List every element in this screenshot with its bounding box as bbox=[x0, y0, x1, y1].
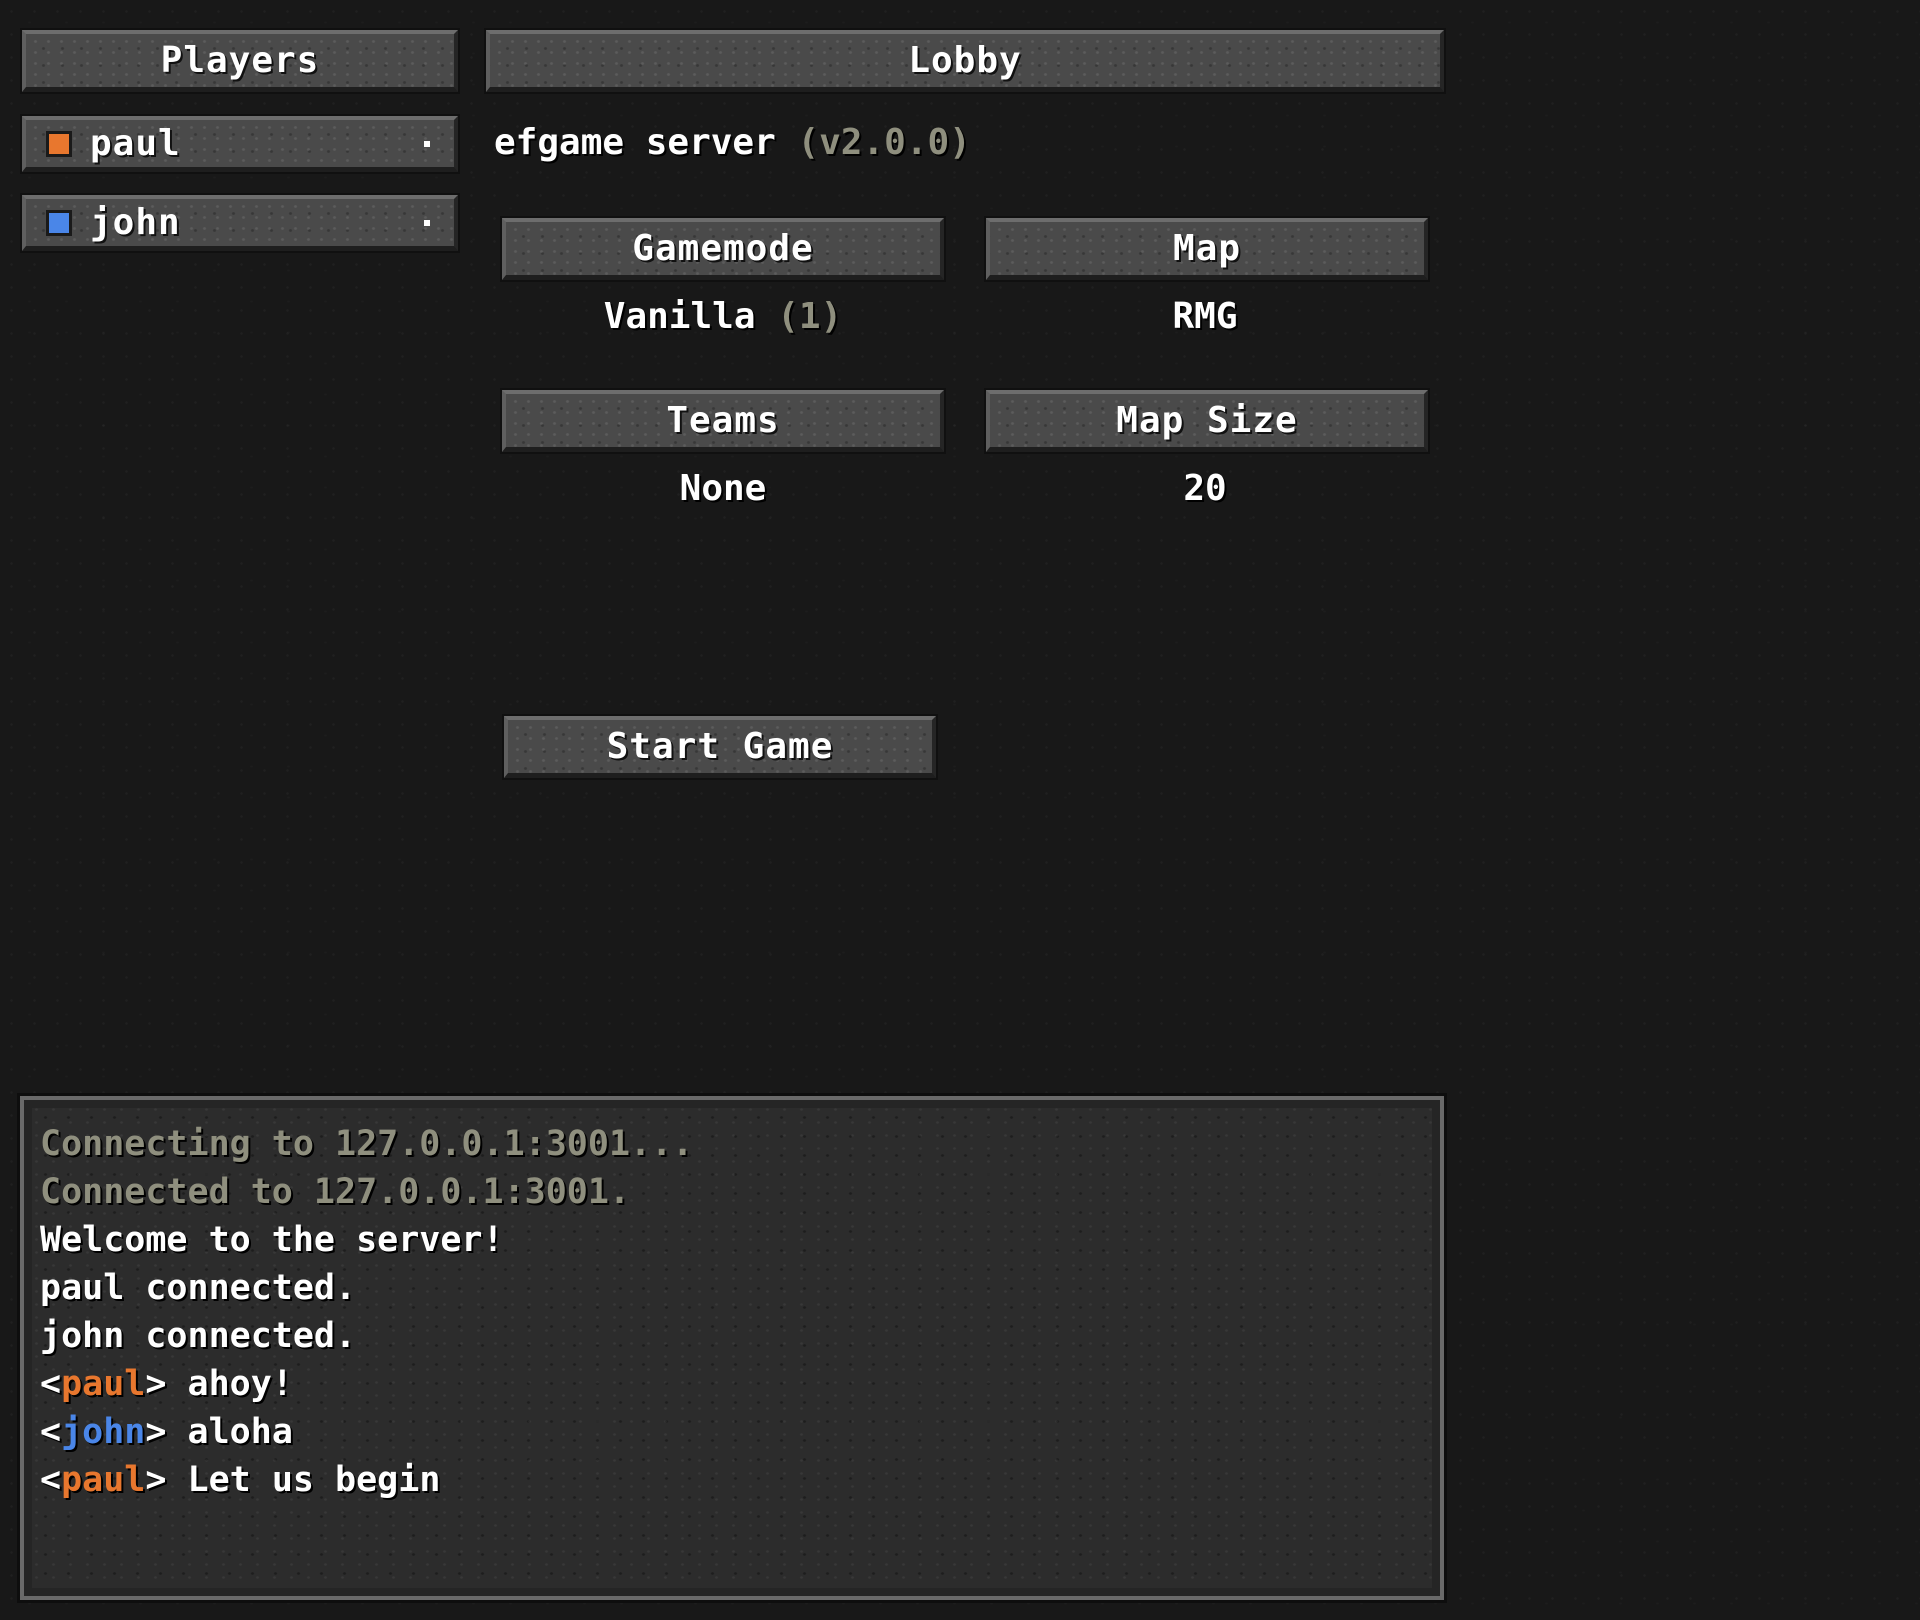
start-game-button-label: Start Game bbox=[606, 726, 834, 767]
players-header: Players bbox=[20, 28, 460, 94]
gamemode-value: Vanilla (1) bbox=[500, 296, 946, 337]
gamemode-value-count: (1) bbox=[777, 296, 843, 337]
log-line-info: Welcome to the server! bbox=[40, 1220, 504, 1260]
server-info: efgame server (v2.0.0) bbox=[494, 122, 971, 163]
chat-text: ahoy! bbox=[187, 1364, 293, 1404]
lobby-header-label: Lobby bbox=[908, 40, 1022, 81]
chat-text: aloha bbox=[187, 1412, 293, 1452]
chat-message: <paul> ahoy! bbox=[40, 1364, 293, 1404]
map-value-text: RMG bbox=[1172, 296, 1238, 337]
player-name: john bbox=[90, 202, 181, 243]
player-row-john[interactable]: john bbox=[20, 193, 460, 253]
chat-nick: paul bbox=[61, 1460, 146, 1500]
log-line-system: Connected to 127.0.0.1:3001. bbox=[40, 1172, 631, 1212]
start-game-button[interactable]: Start Game bbox=[502, 714, 938, 780]
server-name: efgame server bbox=[494, 122, 776, 163]
player-status-dot-icon bbox=[424, 140, 430, 147]
player-color-swatch bbox=[46, 209, 72, 236]
players-header-label: Players bbox=[160, 40, 320, 81]
chat-nick: paul bbox=[61, 1364, 146, 1404]
player-status-dot-icon bbox=[424, 219, 430, 226]
chat-console[interactable]: Connecting to 127.0.0.1:3001... Connecte… bbox=[17, 1093, 1447, 1603]
chat-nick: john bbox=[61, 1412, 146, 1452]
gamemode-button[interactable]: Gamemode bbox=[500, 216, 946, 282]
player-row-paul[interactable]: paul bbox=[20, 114, 460, 174]
map-value: RMG bbox=[982, 296, 1428, 337]
map-size-value-text: 20 bbox=[1183, 468, 1227, 509]
log-line-system: Connecting to 127.0.0.1:3001... bbox=[40, 1124, 694, 1164]
teams-value: None bbox=[500, 468, 946, 509]
gamemode-button-label: Gamemode bbox=[632, 228, 814, 269]
log-line-info: john connected. bbox=[40, 1316, 357, 1356]
map-size-button-label: Map Size bbox=[1116, 400, 1298, 441]
teams-button[interactable]: Teams bbox=[500, 388, 946, 454]
map-button-label: Map bbox=[1172, 228, 1242, 269]
teams-button-label: Teams bbox=[666, 400, 780, 441]
map-size-value: 20 bbox=[982, 468, 1428, 509]
chat-message: <john> aloha bbox=[40, 1412, 293, 1452]
chat-text: Let us begin bbox=[187, 1460, 441, 1500]
lobby-header: Lobby bbox=[484, 28, 1446, 94]
map-button[interactable]: Map bbox=[984, 216, 1430, 282]
chat-message: <paul> Let us begin bbox=[40, 1460, 441, 1500]
gamemode-value-text: Vanilla bbox=[603, 296, 756, 337]
game-lobby-screen: Players paul john Lobby efgame server (v… bbox=[0, 0, 1920, 1620]
server-version: (v2.0.0) bbox=[797, 122, 971, 163]
map-size-button[interactable]: Map Size bbox=[984, 388, 1430, 454]
player-color-swatch bbox=[46, 130, 72, 157]
player-name: paul bbox=[90, 123, 181, 164]
log-line-info: paul connected. bbox=[40, 1268, 357, 1308]
teams-value-text: None bbox=[679, 468, 767, 509]
